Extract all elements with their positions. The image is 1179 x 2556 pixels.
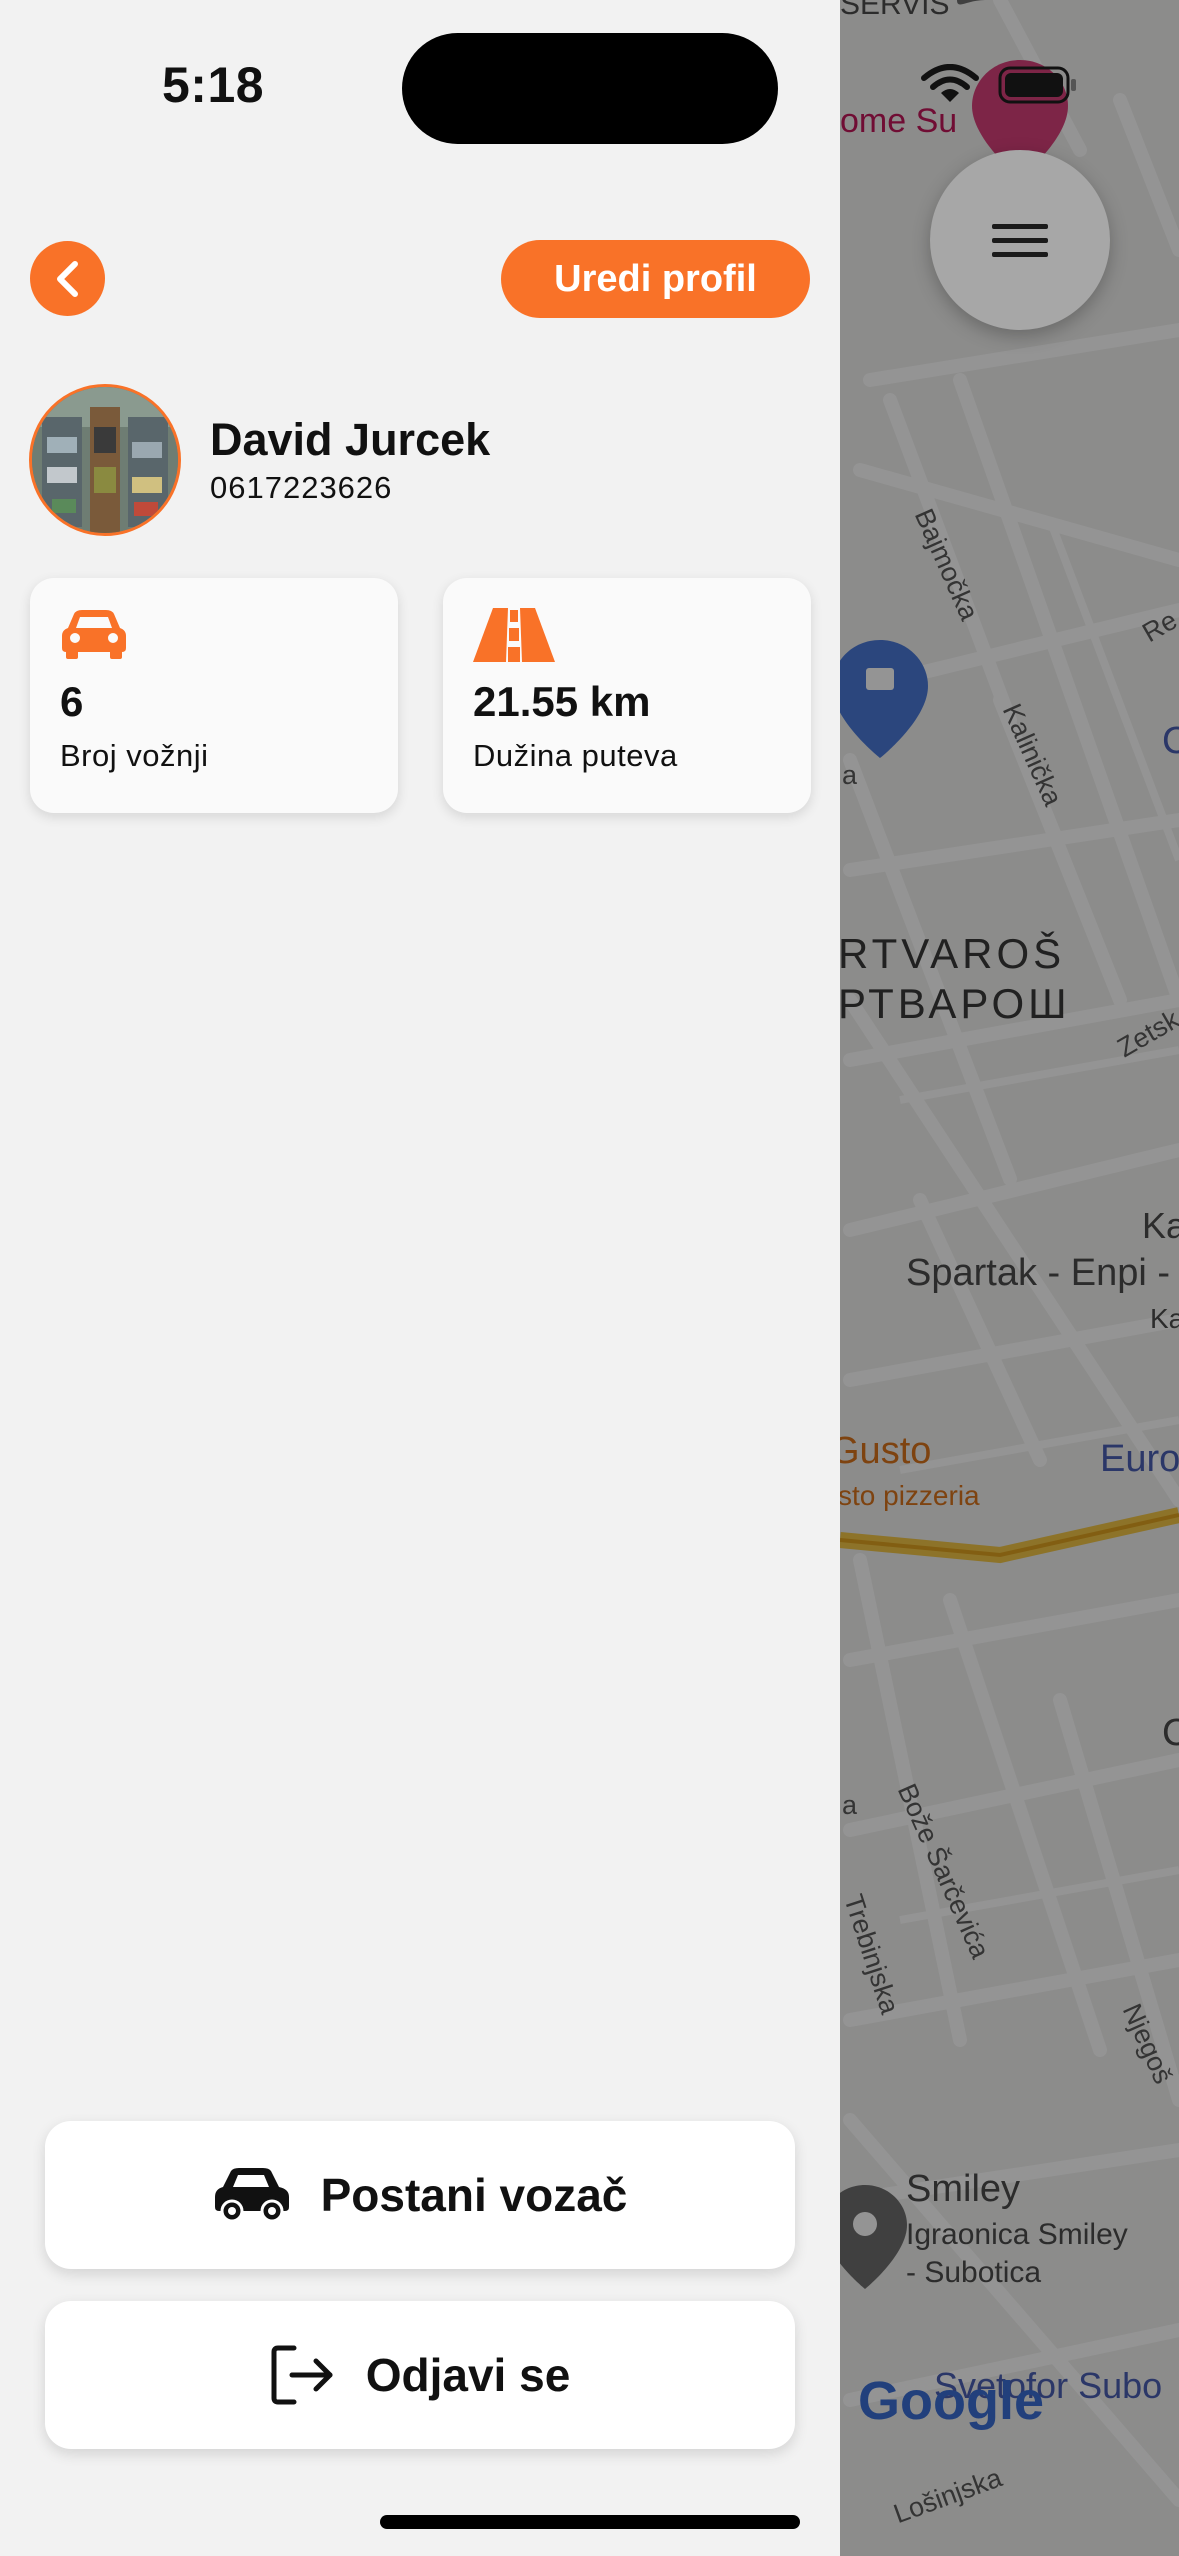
logout-button[interactable]: Odjavi se	[45, 2301, 795, 2449]
map-label-ka2: Ka	[1150, 1303, 1179, 1334]
stat-card-distance: 21.55 km Dužina puteva	[443, 578, 811, 813]
profile-drawer: Uredi profil David Jurcek 0617223626 6 B…	[0, 0, 840, 2556]
dynamic-island	[402, 33, 778, 144]
stat-card-rides: 6 Broj vožnji	[30, 578, 398, 813]
hamburger-icon	[992, 215, 1048, 266]
car-icon	[62, 610, 126, 659]
battery-icon	[998, 66, 1076, 104]
avatar-photo	[32, 387, 178, 533]
map-label-servis: SERVIS	[840, 0, 950, 21]
google-logo: Google	[858, 2371, 1044, 2431]
stat-distance-label: Dužina puteva	[473, 738, 678, 773]
car-icon	[214, 2168, 289, 2223]
become-driver-button[interactable]: Postani vozač	[45, 2121, 795, 2269]
chevron-left-icon	[56, 260, 78, 297]
stat-distance-value: 21.55 km	[473, 678, 651, 725]
map-label-ka1: Ka	[1142, 1205, 1179, 1246]
map-label-gusto-sub: sto pizzeria	[838, 1480, 980, 1511]
user-phone: 0617223626	[210, 470, 393, 505]
logout-icon	[271, 2345, 333, 2405]
map-label-spartak: Spartak - Enpi -	[906, 1252, 1170, 1294]
avatar	[29, 384, 181, 536]
status-time: 5:18	[162, 57, 265, 113]
map-label-district-latin: RTVAROŠ	[838, 930, 1066, 977]
street-a2: a	[842, 1790, 858, 1820]
wifi-icon	[921, 64, 979, 102]
map-label-c2: C	[1162, 1712, 1179, 1754]
user-name: David Jurcek	[210, 414, 491, 465]
edit-profile-button[interactable]: Uredi profil	[501, 240, 810, 318]
map-label-gusto: Gusto	[830, 1430, 932, 1472]
status-icons	[920, 64, 1080, 113]
map-label-euro: Euro	[1100, 1438, 1179, 1480]
map-label-smiley: Smiley	[906, 2168, 1021, 2210]
become-driver-label: Postani vozač	[320, 2169, 628, 2221]
stat-rides-label: Broj vožnji	[60, 738, 209, 773]
home-indicator	[380, 2515, 800, 2529]
map-label-smiley-sub1: Igraonica Smiley	[906, 2218, 1128, 2251]
street-a1: a	[842, 760, 858, 790]
map-menu-button[interactable]	[930, 150, 1110, 330]
stat-rides-value: 6	[60, 678, 84, 725]
logout-label: Odjavi se	[365, 2349, 571, 2401]
back-button[interactable]	[30, 241, 105, 316]
map-label-c1: C	[1162, 720, 1179, 762]
map-label-smiley-sub2: - Subotica	[906, 2256, 1042, 2289]
road-icon	[473, 608, 555, 662]
map-label-district-cyrillic: РТВАРОШ	[838, 980, 1071, 1027]
